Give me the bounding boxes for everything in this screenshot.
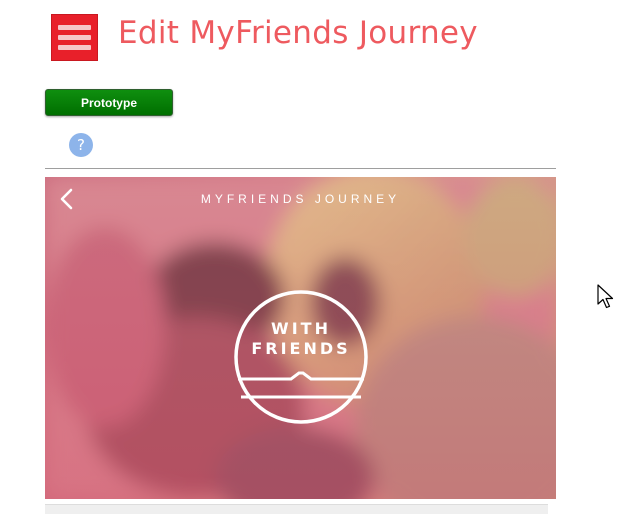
hamburger-icon-bar — [58, 45, 91, 50]
with-friends-logo: WITH FRIENDS — [233, 289, 369, 425]
help-icon[interactable]: ? — [69, 133, 93, 157]
hamburger-icon-bar — [58, 25, 91, 30]
logo-text-line1: WITH — [271, 319, 331, 338]
divider — [45, 168, 556, 169]
hamburger-icon-bar — [58, 35, 91, 40]
menu-button[interactable] — [51, 14, 98, 61]
logo-text-line2: FRIENDS — [251, 339, 351, 358]
mouse-cursor-icon — [597, 284, 614, 309]
prototype-badge[interactable]: Prototype — [45, 89, 173, 116]
screen-title: MYFRIENDS JOURNEY — [200, 192, 401, 206]
page-title: Edit MyFriends Journey — [118, 15, 478, 51]
journey-screen-preview: MYFRIENDS JOURNEY WITH FRIENDS — [45, 177, 556, 499]
